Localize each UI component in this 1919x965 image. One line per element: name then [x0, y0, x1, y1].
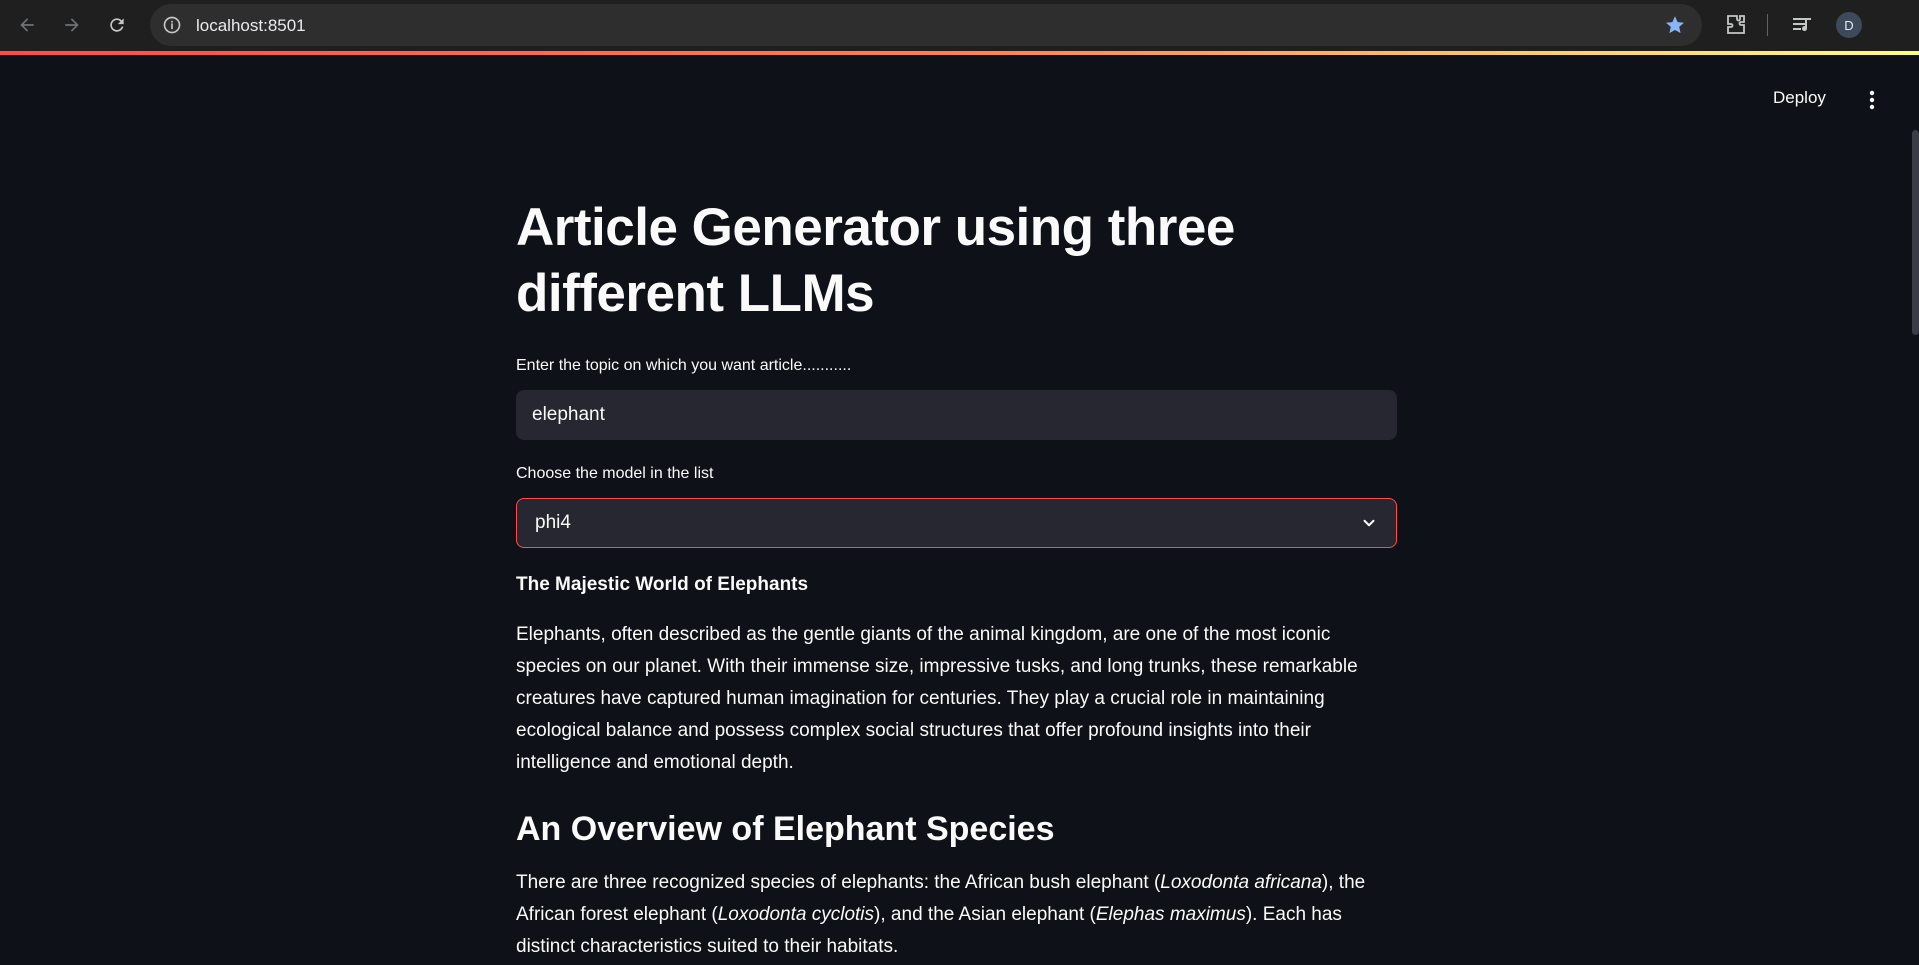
bookmark-star-icon[interactable]	[1664, 14, 1686, 36]
reload-icon	[110, 18, 124, 32]
arrow-left-icon	[20, 18, 34, 32]
extensions-icon[interactable]	[1724, 13, 1748, 37]
more-vert-icon[interactable]	[1862, 88, 1882, 112]
forward-button[interactable]	[59, 12, 85, 38]
species-name-3: Elephas maximus	[1095, 904, 1246, 925]
species-name-1: Loxodonta africana	[1160, 872, 1322, 893]
site-info-icon[interactable]	[162, 15, 182, 35]
article-intro: Elephants, often described as the gentle…	[516, 624, 1358, 773]
main-content: Article Generator using three different …	[516, 195, 1397, 963]
topic-input-value[interactable]: elephant	[532, 404, 605, 426]
model-select-value[interactable]: phi4	[535, 512, 571, 534]
chevron-down-icon[interactable]	[1360, 514, 1378, 532]
model-label: Choose the model in the list	[516, 465, 714, 482]
reload-button[interactable]	[104, 12, 130, 38]
species-text-3: ), and the Asian elephant (	[874, 904, 1096, 925]
species-name-2: Loxodonta cyclotis	[717, 904, 875, 925]
model-select[interactable]: phi4	[516, 498, 1397, 548]
species-text-1: There are three recognized species of el…	[516, 872, 1161, 893]
article-title: The Majestic World of Elephants	[516, 574, 809, 595]
deploy-button[interactable]: Deploy	[1773, 88, 1826, 108]
page-title: Article Generator using three different …	[516, 198, 1235, 323]
toolbar-separator	[1767, 14, 1768, 36]
section-heading: An Overview of Elephant Species	[516, 810, 1055, 848]
species-paragraph: There are three recognized species of el…	[516, 867, 1397, 963]
arrow-right-icon	[65, 18, 79, 32]
media-queue-icon[interactable]	[1790, 13, 1814, 37]
url-text[interactable]: localhost:8501	[196, 16, 306, 36]
topic-input[interactable]: elephant	[516, 390, 1397, 440]
page-scrollbar[interactable]	[1912, 130, 1919, 335]
streamlit-decoration-bar	[0, 51, 1919, 55]
browser-toolbar: localhost:8501 D	[0, 0, 1919, 51]
topic-label: Enter the topic on which you want articl…	[516, 357, 852, 374]
address-bar[interactable]: localhost:8501	[150, 4, 1702, 46]
profile-avatar[interactable]: D	[1836, 12, 1862, 38]
back-button[interactable]	[14, 12, 40, 38]
